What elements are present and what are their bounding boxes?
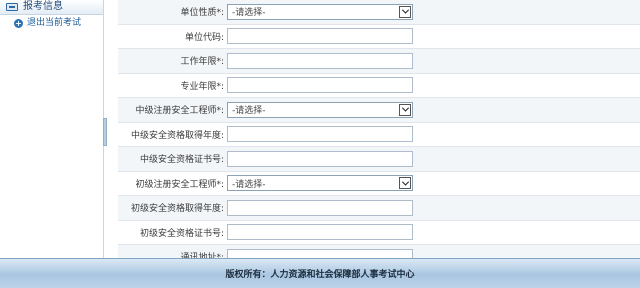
- form-row-junior-year: 初级安全资格取得年度:: [118, 196, 640, 221]
- form-row-intermediate-cert: 中级安全资格证书号:: [118, 147, 640, 172]
- form-row-junior-cert: 初级安全资格证书号:: [118, 221, 640, 245]
- sidebar-item-label: 退出当前考试: [27, 18, 82, 28]
- sidebar-header: 报考信息: [0, 0, 103, 15]
- work-years-input[interactable]: [227, 52, 413, 69]
- chevron-down-icon[interactable]: [399, 177, 411, 190]
- intermediate-year-input[interactable]: [227, 126, 413, 143]
- field-label: 初级安全资格取得年度:: [130, 204, 224, 215]
- sidebar-collapse-handle[interactable]: [103, 118, 107, 146]
- unit-code-input[interactable]: [227, 28, 413, 45]
- form-row-major-years: 专业年限*:: [118, 74, 640, 98]
- select-value: -请选择-: [232, 106, 266, 117]
- form-row-unit-code: 单位代码:: [118, 25, 640, 49]
- footer: 版权所有：人力资源和社会保障部人事考试中心: [0, 258, 640, 288]
- field-label: 初级注册安全工程师*:: [135, 179, 224, 190]
- chevron-down-icon[interactable]: [399, 103, 411, 116]
- form-row-junior-engineer: 初级注册安全工程师*: -请选择-: [118, 172, 640, 196]
- major-years-input[interactable]: [227, 77, 413, 94]
- junior-cert-input[interactable]: [227, 224, 413, 241]
- intermediate-cert-input[interactable]: [227, 150, 413, 167]
- sidebar: 报考信息 + 退出当前考试: [0, 0, 104, 258]
- field-label: 中级注册安全工程师*:: [135, 106, 224, 117]
- field-label: 中级安全资格取得年度:: [130, 130, 224, 141]
- field-label: 初级安全资格证书号:: [139, 228, 224, 239]
- plus-circle-icon: +: [14, 19, 23, 28]
- field-label: 单位代码:: [184, 32, 224, 43]
- field-label: 专业年限*:: [180, 81, 224, 92]
- field-label: 中级安全资格证书号:: [139, 155, 224, 166]
- form-row-work-years: 工作年限*:: [118, 49, 640, 74]
- sidebar-item-exit-exam[interactable]: + 退出当前考试: [0, 15, 103, 32]
- registration-info-icon: [6, 3, 18, 11]
- form-row-intermediate-engineer: 中级注册安全工程师*: -请选择-: [118, 98, 640, 123]
- field-label: 工作年限*:: [180, 57, 224, 68]
- select-value: -请选择-: [232, 8, 266, 19]
- registration-form: 单位性质*: -请选择- 单位代码: 工作年限*: 专业年限*: 中级注册安全工…: [118, 0, 640, 270]
- junior-engineer-select[interactable]: -请选择-: [227, 175, 413, 192]
- junior-year-input[interactable]: [227, 199, 413, 216]
- chevron-down-icon[interactable]: [399, 5, 411, 18]
- unit-nature-select[interactable]: -请选择-: [227, 3, 413, 20]
- intermediate-engineer-select[interactable]: -请选择-: [227, 101, 413, 118]
- copyright-text: 版权所有：人力资源和社会保障部人事考试中心: [225, 270, 415, 280]
- field-label: 单位性质*:: [180, 8, 224, 19]
- sidebar-header-title: 报考信息: [23, 1, 63, 12]
- select-value: -请选择-: [232, 179, 266, 190]
- form-row-intermediate-year: 中级安全资格取得年度:: [118, 123, 640, 147]
- form-row-unit-nature: 单位性质*: -请选择-: [118, 0, 640, 25]
